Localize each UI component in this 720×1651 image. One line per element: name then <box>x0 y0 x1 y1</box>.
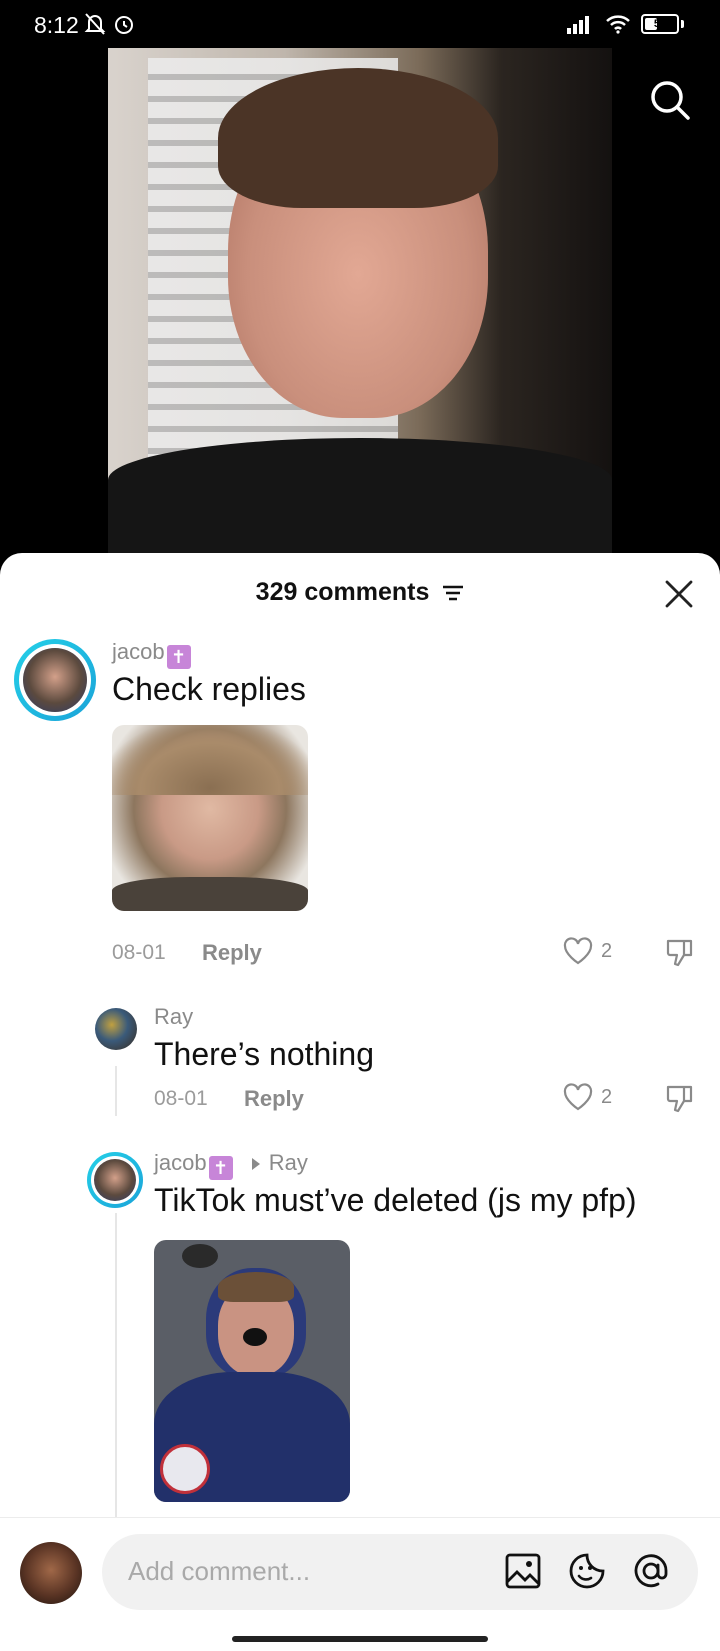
comments-count: 329 comments <box>255 578 430 606</box>
caret-right-icon <box>251 1158 260 1170</box>
reply-text: TikTok must’ve deleted (js my pfp) <box>154 1182 637 1218</box>
avatar[interactable] <box>95 1008 137 1050</box>
comments-header: 329 comments <box>0 553 720 633</box>
comment-composer: Add comment... <box>0 1517 720 1651</box>
reply-button[interactable]: Reply <box>202 940 262 966</box>
video-subject-shirt <box>108 438 612 556</box>
status-bar: 8:12 53 <box>0 0 720 50</box>
battery-icon: 53 <box>641 14 679 34</box>
cross-badge-icon: ✝ <box>166 645 191 669</box>
like-count: 2 <box>601 1085 613 1108</box>
cross-badge-icon: ✝ <box>208 1156 233 1180</box>
avatar[interactable] <box>94 1159 136 1201</box>
comment-image[interactable] <box>112 725 308 911</box>
image-icon[interactable] <box>504 1552 542 1590</box>
comment-placeholder: Add comment... <box>128 1556 311 1586</box>
reply-username[interactable]: jacob ✝ Ray <box>154 1150 308 1180</box>
heart-icon <box>563 937 593 965</box>
comment-image[interactable] <box>154 1240 350 1502</box>
like-button[interactable]: 2 <box>563 1083 612 1111</box>
thread-line <box>115 1066 117 1116</box>
dislike-icon[interactable] <box>664 937 696 969</box>
comment-date: 08-01 <box>112 941 166 964</box>
alarm-icon <box>115 16 133 34</box>
comment-username[interactable]: jacob ✝ <box>112 639 191 669</box>
status-icons-left <box>84 12 136 36</box>
like-count: 2 <box>601 939 613 962</box>
wifi-icon <box>606 15 630 34</box>
reply-text: There’s nothing <box>154 1036 374 1072</box>
signal-icon <box>567 16 589 34</box>
reply-button[interactable]: Reply <box>244 1086 304 1112</box>
my-avatar[interactable] <box>20 1542 82 1604</box>
reply-to-username[interactable]: Ray <box>269 1150 308 1175</box>
search-icon[interactable] <box>648 78 692 122</box>
status-time: 8:12 <box>34 12 79 38</box>
dislike-icon[interactable] <box>664 1083 696 1115</box>
mention-icon[interactable] <box>632 1552 670 1590</box>
filter-icon[interactable] <box>442 584 464 602</box>
comments-title[interactable]: 329 comments <box>0 578 720 607</box>
reply-date: 08-01 <box>154 1087 208 1110</box>
video-preview[interactable] <box>108 48 612 556</box>
home-indicator[interactable] <box>232 1636 488 1642</box>
close-icon[interactable] <box>662 577 696 611</box>
battery-level: 53 <box>653 18 667 30</box>
bell-muted-icon <box>84 13 106 35</box>
like-button[interactable]: 2 <box>563 937 612 965</box>
comments-sheet: 329 comments jacob ✝ Check replies 08-01 … <box>0 553 720 1650</box>
video-subject-hair <box>218 68 498 208</box>
comment-text: Check replies <box>112 671 306 707</box>
heart-icon <box>563 1083 593 1111</box>
reply-username[interactable]: Ray <box>154 1004 193 1030</box>
comment-input[interactable]: Add comment... <box>102 1534 698 1610</box>
status-icons-right: 53 <box>567 14 684 34</box>
sticker-icon[interactable] <box>568 1552 606 1590</box>
avatar[interactable] <box>23 648 87 712</box>
